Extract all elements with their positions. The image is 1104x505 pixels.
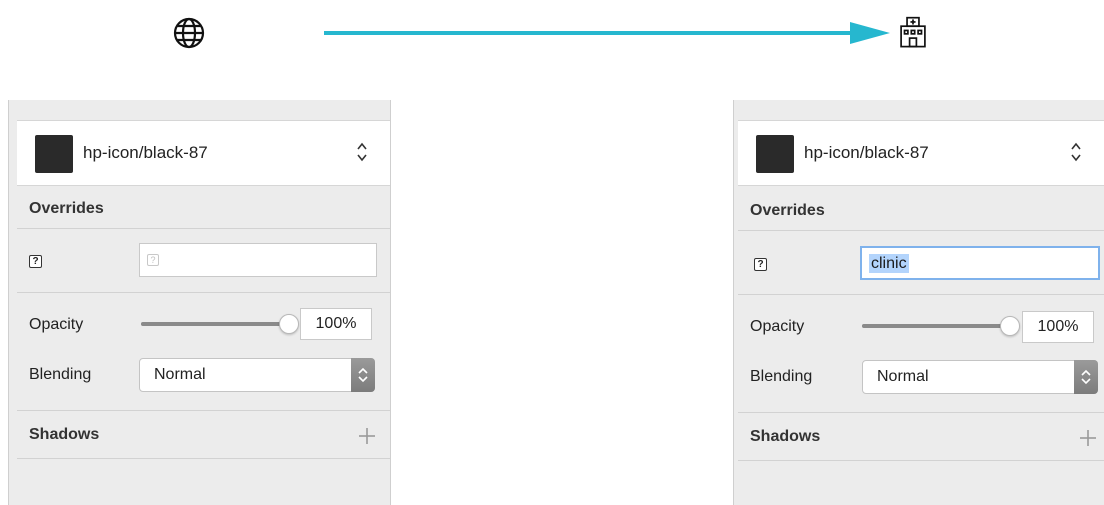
add-shadow-icon[interactable] [359, 428, 375, 444]
chevron-updown-icon[interactable] [1070, 141, 1082, 163]
opacity-input[interactable]: 100% [1022, 311, 1094, 343]
transition-arrow [324, 22, 890, 44]
symbol-selector[interactable]: hp-icon/black-87 [17, 120, 390, 186]
missing-symbol-icon: ? [754, 258, 767, 271]
select-arrow-button[interactable] [351, 358, 375, 392]
add-shadow-icon[interactable] [1080, 430, 1096, 446]
divider [17, 292, 390, 293]
opacity-slider-knob[interactable] [279, 314, 299, 334]
placeholder-icon: ? [147, 253, 159, 266]
divider [17, 410, 390, 411]
select-arrow-button[interactable] [1074, 360, 1098, 394]
opacity-label: Opacity [29, 316, 84, 333]
opacity-slider[interactable] [141, 322, 289, 326]
overrides-title: Overrides [750, 202, 825, 219]
missing-symbol-icon: ? [29, 255, 42, 268]
blending-select[interactable]: Normal [862, 360, 1098, 394]
chevron-updown-icon [358, 367, 368, 383]
inspector-panel-before: hp-icon/black-87 Overrides ? ? Opacity 1… [8, 100, 391, 505]
overrides-title: Overrides [29, 200, 104, 217]
opacity-slider-fill [141, 322, 289, 326]
symbol-selector[interactable]: hp-icon/black-87 [738, 120, 1104, 186]
chevron-updown-icon [1081, 369, 1091, 385]
blending-select[interactable]: Normal [139, 358, 375, 392]
chevron-updown-icon[interactable] [356, 141, 368, 163]
symbol-name: hp-icon/black-87 [83, 143, 208, 162]
divider [17, 458, 390, 459]
opacity-slider[interactable] [862, 324, 1010, 328]
globe-icon [173, 17, 205, 49]
hospital-icon [900, 16, 926, 48]
blending-label: Blending [750, 368, 813, 385]
opacity-label: Opacity [750, 318, 805, 335]
opacity-slider-knob[interactable] [1000, 316, 1020, 336]
divider [738, 294, 1104, 295]
divider [738, 230, 1104, 231]
opacity-slider-fill [862, 324, 1010, 328]
symbol-swatch [756, 135, 794, 173]
divider [738, 460, 1104, 461]
opacity-input[interactable]: 100% [300, 308, 372, 340]
shadows-title: Shadows [29, 426, 100, 443]
symbol-swatch [35, 135, 73, 173]
divider [17, 228, 390, 229]
inspector-panel-after: hp-icon/black-87 Overrides ? clinic Opac… [733, 100, 1104, 505]
override-text-input[interactable]: ? [139, 243, 377, 277]
blending-label: Blending [29, 366, 92, 383]
divider [738, 412, 1104, 413]
override-text-input[interactable]: clinic [860, 246, 1100, 280]
shadows-title: Shadows [750, 428, 821, 445]
symbol-name: hp-icon/black-87 [804, 143, 929, 162]
